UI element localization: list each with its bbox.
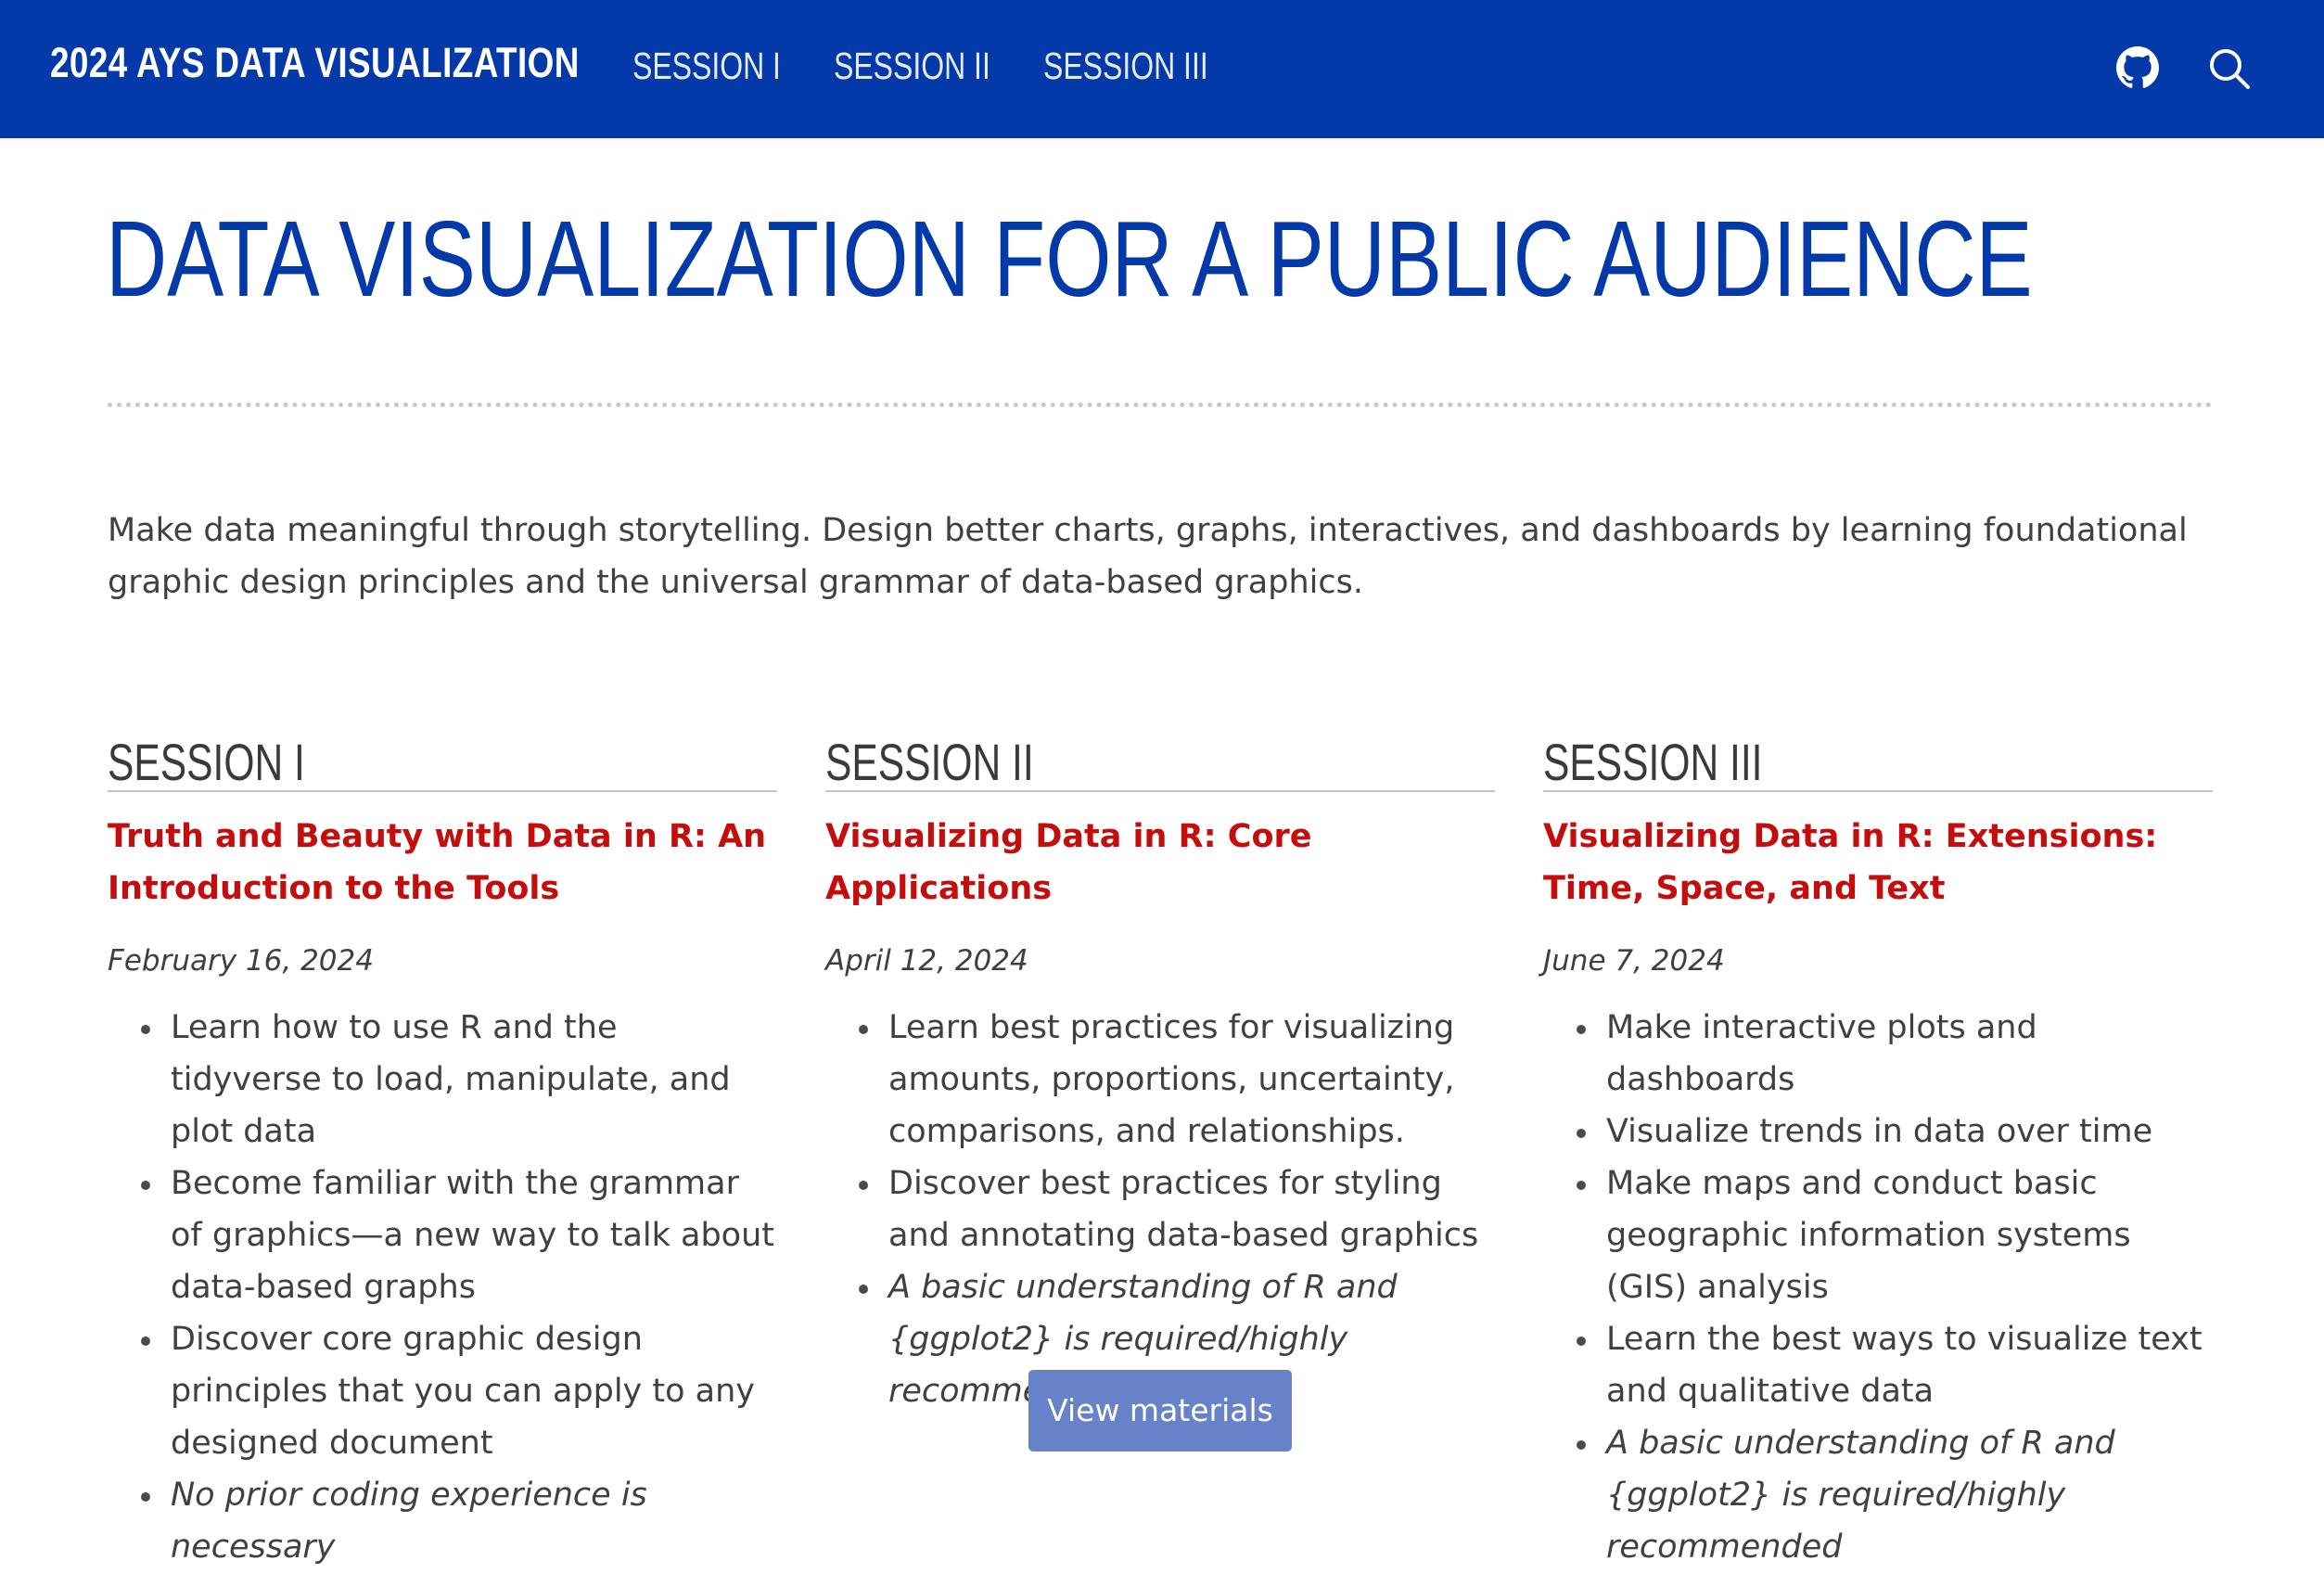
github-icon[interactable]: [2116, 46, 2159, 89]
session-date: February 16, 2024: [108, 944, 374, 978]
nav-link-session-3[interactable]: SESSION III: [1043, 45, 1208, 88]
session-date: April 12, 2024: [825, 944, 1028, 978]
session-heading-text: SESSION II: [825, 733, 1034, 791]
list-item: Learn best practices for visualizing amo…: [859, 1002, 1495, 1157]
list-item: Make maps and conduct basic geographic i…: [1577, 1157, 2213, 1313]
session-date: June 7, 2024: [1543, 944, 1725, 978]
session-bullet-list: Learn best practices for visualizing amo…: [825, 1002, 1495, 1417]
session-title-link[interactable]: Visualizing Data in R: Core Applications: [825, 811, 1495, 914]
session-heading-text: SESSION III: [1543, 733, 1763, 791]
prerequisite-note: No prior coding experience is necessary: [141, 1469, 777, 1573]
page-title: DATA VISUALIZATION FOR A PUBLIC AUDIENCE: [106, 198, 2033, 319]
session-bullet-list: Learn how to use R and the tidyverse to …: [108, 1002, 777, 1573]
list-item: Learn the best ways to visualize text an…: [1577, 1313, 2213, 1417]
session-title-link[interactable]: Visualizing Data in R: Extensions: Time,…: [1543, 811, 2213, 914]
site-brand-link[interactable]: 2024 AYS DATA VISUALIZATION: [50, 39, 580, 87]
title-divider: [108, 403, 2213, 407]
list-item: Visualize trends in data over time: [1577, 1106, 2213, 1157]
session-heading: SESSION III: [1543, 735, 2213, 792]
session-bullet-list: Make interactive plots and dashboards Vi…: [1543, 1002, 2213, 1573]
list-item: Make interactive plots and dashboards: [1577, 1002, 2213, 1106]
list-item: Become familiar with the grammar of grap…: [141, 1157, 777, 1313]
session-3-card: SESSION III Visualizing Data in R: Exten…: [1543, 735, 2213, 1573]
session-heading-text: SESSION I: [108, 733, 305, 791]
list-item: Learn how to use R and the tidyverse to …: [141, 1002, 777, 1157]
session-1-card: SESSION I Truth and Beauty with Data in …: [108, 735, 777, 1573]
nav-link-session-2[interactable]: SESSION II: [834, 45, 990, 88]
prerequisite-note: A basic understanding of R and {ggplot2}…: [1577, 1417, 2213, 1573]
intro-paragraph: Make data meaningful through storytellin…: [108, 512, 2188, 601]
list-item: Discover core graphic design principles …: [141, 1313, 777, 1469]
top-navbar: 2024 AYS DATA VISUALIZATION SESSION I SE…: [0, 0, 2324, 138]
search-icon[interactable]: [2207, 46, 2250, 89]
session-2-card: SESSION II Visualizing Data in R: Core A…: [825, 735, 1495, 1417]
session-heading: SESSION I: [108, 735, 777, 792]
session-title-link[interactable]: Truth and Beauty with Data in R: An Intr…: [108, 811, 777, 914]
session-heading: SESSION II: [825, 735, 1495, 792]
view-materials-button[interactable]: View materials: [1028, 1370, 1292, 1452]
list-item: Discover best practices for styling and …: [859, 1157, 1495, 1261]
nav-link-session-1[interactable]: SESSION I: [632, 45, 781, 88]
